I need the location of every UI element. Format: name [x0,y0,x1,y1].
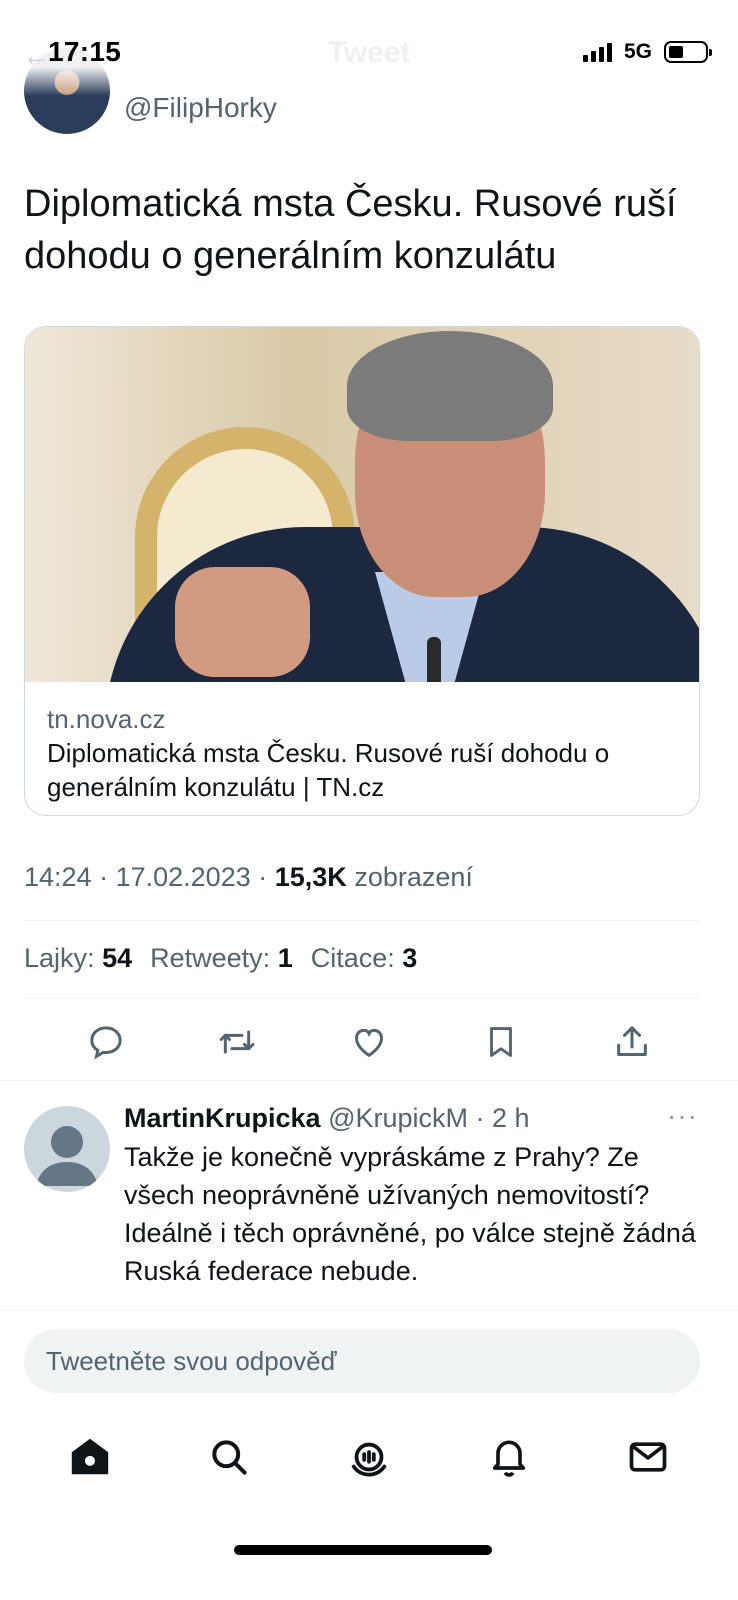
card-meta: tn.nova.cz Diplomatická msta Česku. Ruso… [25,682,699,804]
link-card[interactable]: tn.nova.cz Diplomatická msta Česku. Ruso… [24,326,700,816]
card-image[interactable] [25,327,699,682]
divider [24,998,700,999]
bookmark-icon[interactable] [477,1018,525,1066]
spaces-icon[interactable] [341,1429,397,1485]
tweet-actions [0,1018,738,1066]
tweet-stats: Lajky: 54 Retweety: 1 Citace: 3 [24,943,417,974]
views-count: 15,3K [274,862,347,892]
home-indicator[interactable] [234,1545,492,1555]
reply-name[interactable]: MartinKrupicka [124,1103,321,1133]
bottom-area: Tweetněte svou odpověď [0,1310,738,1600]
messages-icon[interactable] [620,1429,676,1485]
more-options-icon[interactable]: ··· [667,1100,698,1132]
reply-handle[interactable]: @KrupickM [328,1103,468,1133]
author-handle[interactable]: @FilipHorky [124,92,277,124]
share-icon[interactable] [608,1018,656,1066]
card-domain: tn.nova.cz [47,704,166,734]
retweet-icon[interactable] [213,1018,261,1066]
home-icon[interactable] [62,1429,118,1485]
reply-avatar[interactable] [24,1106,110,1192]
battery-icon [664,41,712,63]
signal-icon [582,42,612,62]
status-bar: ← Tweet 17:15 5G [0,0,738,96]
notifications-icon[interactable] [481,1429,537,1485]
reply-age: 2 h [492,1103,530,1133]
like-icon[interactable] [345,1018,393,1066]
likes-stat[interactable]: Lajky: 54 [24,943,132,974]
reply-icon[interactable] [82,1018,130,1066]
status-indicators: 5G [582,40,712,64]
divider [24,920,700,921]
tab-bar [0,1429,738,1485]
reply-input[interactable]: Tweetněte svou odpověď [24,1329,700,1393]
status-time: 17:15 [48,36,122,67]
divider [0,1080,738,1081]
quotes-stat[interactable]: Citace: 3 [311,943,418,974]
card-title: Diplomatická msta Česku. Rusové ruší doh… [47,738,610,802]
tweet-text: Diplomatická msta Česku. Rusové ruší doh… [24,183,677,277]
tweet-date: 17.02.2023 [115,862,251,892]
tweet-time: 14:24 [24,862,92,892]
network-label: 5G [623,40,652,63]
search-icon[interactable] [201,1429,257,1485]
retweets-stat[interactable]: Retweety: 1 [150,943,293,974]
reply-header: MartinKrupicka @KrupickM · 2 h [124,1103,530,1133]
reply-text: Takže je konečně vypráskáme z Prahy? Ze … [124,1142,696,1286]
views-label[interactable]: zobrazení [354,862,473,892]
tweet-meta: 14:24 · 17.02.2023 · 15,3K zobrazení [24,862,473,892]
